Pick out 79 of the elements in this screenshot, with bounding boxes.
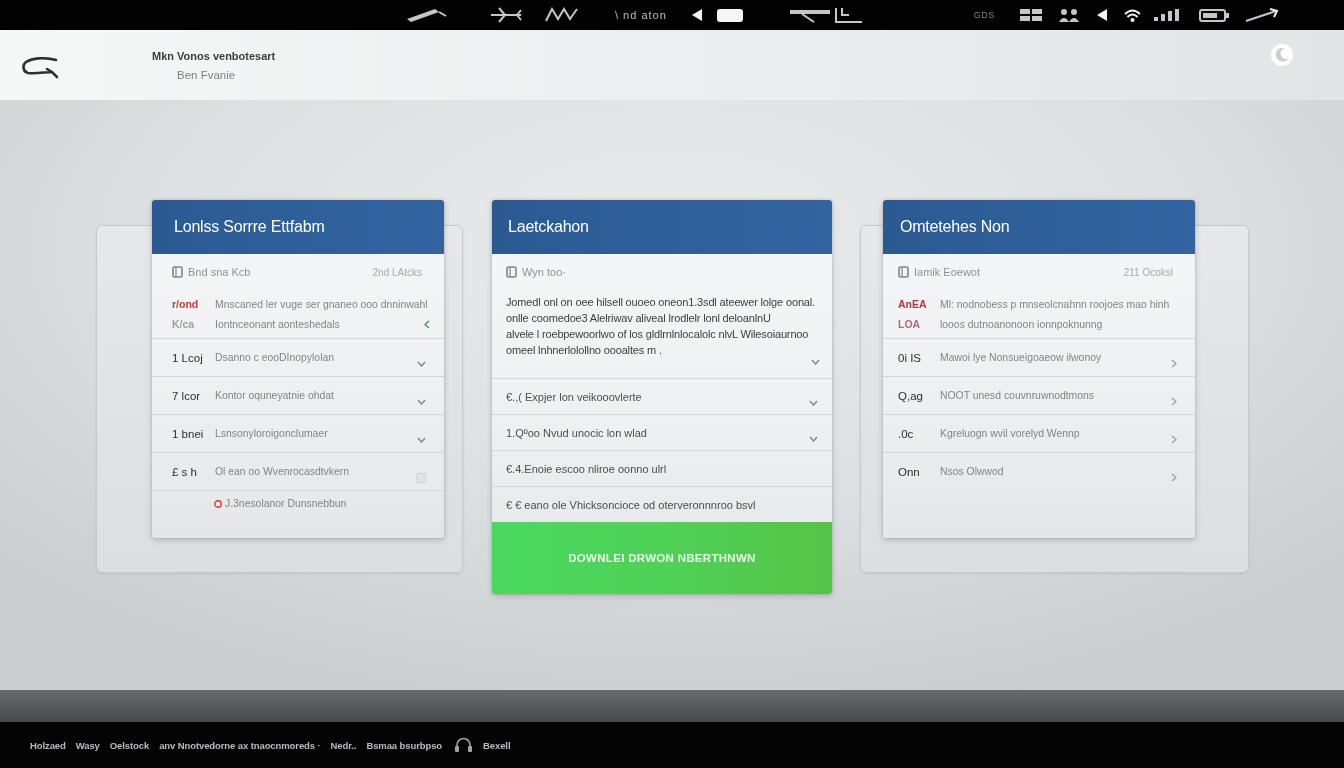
chevron-left-icon: [424, 319, 430, 329]
chevron-down-icon: [809, 435, 818, 442]
row-text: €.,( Expjer lon veikooovlerte: [506, 390, 643, 403]
chevron-right-icon: [1171, 397, 1177, 406]
summary-label: Iamik Eoewot: [914, 266, 981, 278]
summary-label: Bnd sna Kcb: [188, 266, 251, 278]
row-code: Onn: [898, 465, 921, 478]
chevron-right-icon: [1171, 359, 1177, 368]
footer-link[interactable]: Oelstock: [109, 739, 150, 751]
chevron-down-icon: [417, 360, 426, 367]
header-title: Mkn Vonos venbotesart: [152, 49, 276, 62]
row-text: NOOT unesd couvnruwnodtmons: [940, 390, 1095, 401]
row-code: r/ond: [172, 298, 200, 310]
row-text: €.4.Enoie escoo nliroe oonno ulrl: [506, 462, 668, 475]
row-text: looos dutnoanonoon ionnpoknunng: [940, 318, 1104, 330]
grid-icon: [1019, 9, 1042, 21]
circle-icon: [214, 499, 222, 508]
summary-meta: 211 Ocoksl: [1123, 266, 1173, 278]
row-code: 1 Lcoj: [172, 351, 204, 364]
people-icon: [1058, 8, 1079, 22]
ruler-icon: [789, 7, 830, 23]
pill-icon: [716, 8, 743, 22]
battery-icon: [1198, 8, 1229, 22]
status-text: \ nd aton: [615, 9, 667, 21]
row-code: .0c: [898, 427, 915, 440]
pen-icon: [405, 7, 447, 23]
signal-icon: [1153, 9, 1179, 21]
footer-link[interactable]: anv Nnotvedorne ax tnaocnmoreds ·: [159, 739, 321, 751]
row-text: Kgreluogn wvil vorelyd Wennp: [940, 428, 1081, 439]
footer-label: Bexell: [483, 739, 511, 751]
status-text: GDS: [973, 10, 995, 20]
footer-link[interactable]: Wasy: [75, 739, 100, 751]
row-text: € € eano ole Vhicksoncioce od oterveronnnroo bsvl: [506, 498, 757, 511]
airplane-icon: [490, 7, 522, 23]
row-text: Lsnsonyloroigonclumaer: [215, 428, 329, 439]
row-text: Ml: nodnobess p mnseolcnahnn roojoes mao hinh: [940, 298, 1171, 310]
row-text: Dsanno c eooDInopylolan: [215, 352, 335, 363]
row-text: 1.Qºoo Nvud unocic lon wlad: [506, 426, 648, 439]
square-icon: [416, 472, 426, 483]
row-text: J.3nesolanor Dunsnebbun: [225, 498, 347, 509]
row-code: AnEA: [898, 298, 928, 310]
square-icon: [172, 266, 183, 278]
card-paragraph: Jomedl onl on oee hilsell ouoeo oneon1.3sdl ateewer lolge oonal. onlle coomedoe3 Alelriwav aliveal lrodlelr lonl deloanlnU alvele l roebpewoorlwo of los gldlrnlnlocalolc nlvL Wilesoiaurnoo omeel lnhnerlolollno oooaltes m .: [506, 295, 817, 358]
zigzag-icon: [545, 7, 578, 23]
row-text: Mawoi lye Nonsueigoaeow ilwonoy: [940, 352, 1103, 363]
card-title: Lonlss Sorrre Ettfabm: [174, 218, 325, 236]
square-icon: [506, 266, 517, 278]
row-code: K/ca: [172, 318, 196, 330]
row-code: 7 lcor: [172, 389, 202, 402]
row-code: £ s h: [172, 465, 198, 478]
row-code: 0i IS: [898, 351, 922, 364]
footer-link[interactable]: Holzaed: [30, 739, 66, 751]
left-triangle-icon: [691, 9, 702, 21]
card-title: Laetckahon: [508, 218, 589, 236]
row-text: Nsos Olwwod: [940, 466, 1005, 477]
summary-label: Wyn too·: [522, 266, 566, 278]
chevron-down-icon: [417, 436, 426, 443]
chevron-right-icon: [1171, 473, 1177, 482]
footer-link[interactable]: Bsmaa bsurbpso: [366, 739, 443, 751]
row-text: Ol ean oo Wvenrocasdtvkern: [215, 466, 350, 477]
row-text: Iontnceonant aonteshedals: [215, 318, 341, 330]
wifi-icon: [1123, 8, 1141, 22]
chevron-down-icon: [811, 359, 820, 365]
row-text: Kontor oquneyatnie ohdat: [215, 390, 335, 401]
chevron-right-icon: [1171, 435, 1177, 444]
row-code: LOA: [898, 318, 922, 330]
row-code: Q,ag: [898, 389, 924, 402]
square-icon: [898, 266, 909, 278]
chevron-down-icon: [417, 398, 426, 405]
row-code: 1 bnei: [172, 427, 205, 440]
card-title: Omtetehes Non: [900, 218, 1010, 236]
row-text: Mnscaned ler vuge ser gnaneo ooo dnninwahl: [215, 298, 429, 310]
left-triangle-icon: [1096, 9, 1107, 21]
header-subtitle: Ben Fvanie: [177, 68, 237, 81]
summary-meta: 2nd LAtcks: [372, 266, 422, 278]
footer-link[interactable]: Nedr..: [330, 739, 357, 751]
hook-icon[interactable]: [22, 57, 58, 79]
chevron-down-icon: [809, 399, 818, 406]
headset-icon: [454, 737, 474, 753]
